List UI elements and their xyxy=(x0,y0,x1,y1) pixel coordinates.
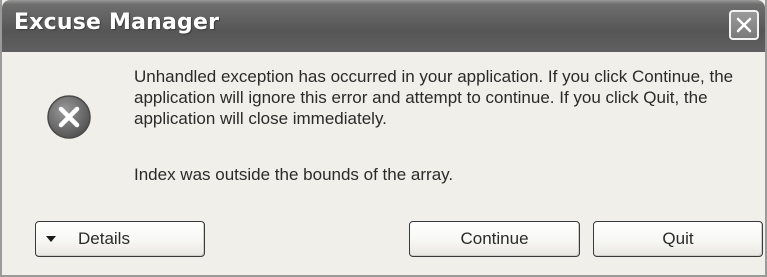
details-button-label: Details xyxy=(78,229,130,248)
window-title: Excuse Manager xyxy=(14,10,220,35)
chevron-down-icon xyxy=(46,236,56,242)
quit-button[interactable]: Quit xyxy=(593,221,763,257)
error-icon xyxy=(47,95,91,139)
dialog-window: Excuse Manager Unhandled exception has o… xyxy=(0,0,767,277)
title-bar[interactable]: Excuse Manager xyxy=(2,0,765,52)
error-message: Unhandled exception has occurred in your… xyxy=(134,67,734,128)
close-icon xyxy=(736,17,752,33)
close-button[interactable] xyxy=(729,10,759,40)
details-button[interactable]: Details xyxy=(35,221,205,257)
continue-button[interactable]: Continue xyxy=(409,221,580,257)
exception-detail: Index was outside the bounds of the arra… xyxy=(134,165,454,184)
